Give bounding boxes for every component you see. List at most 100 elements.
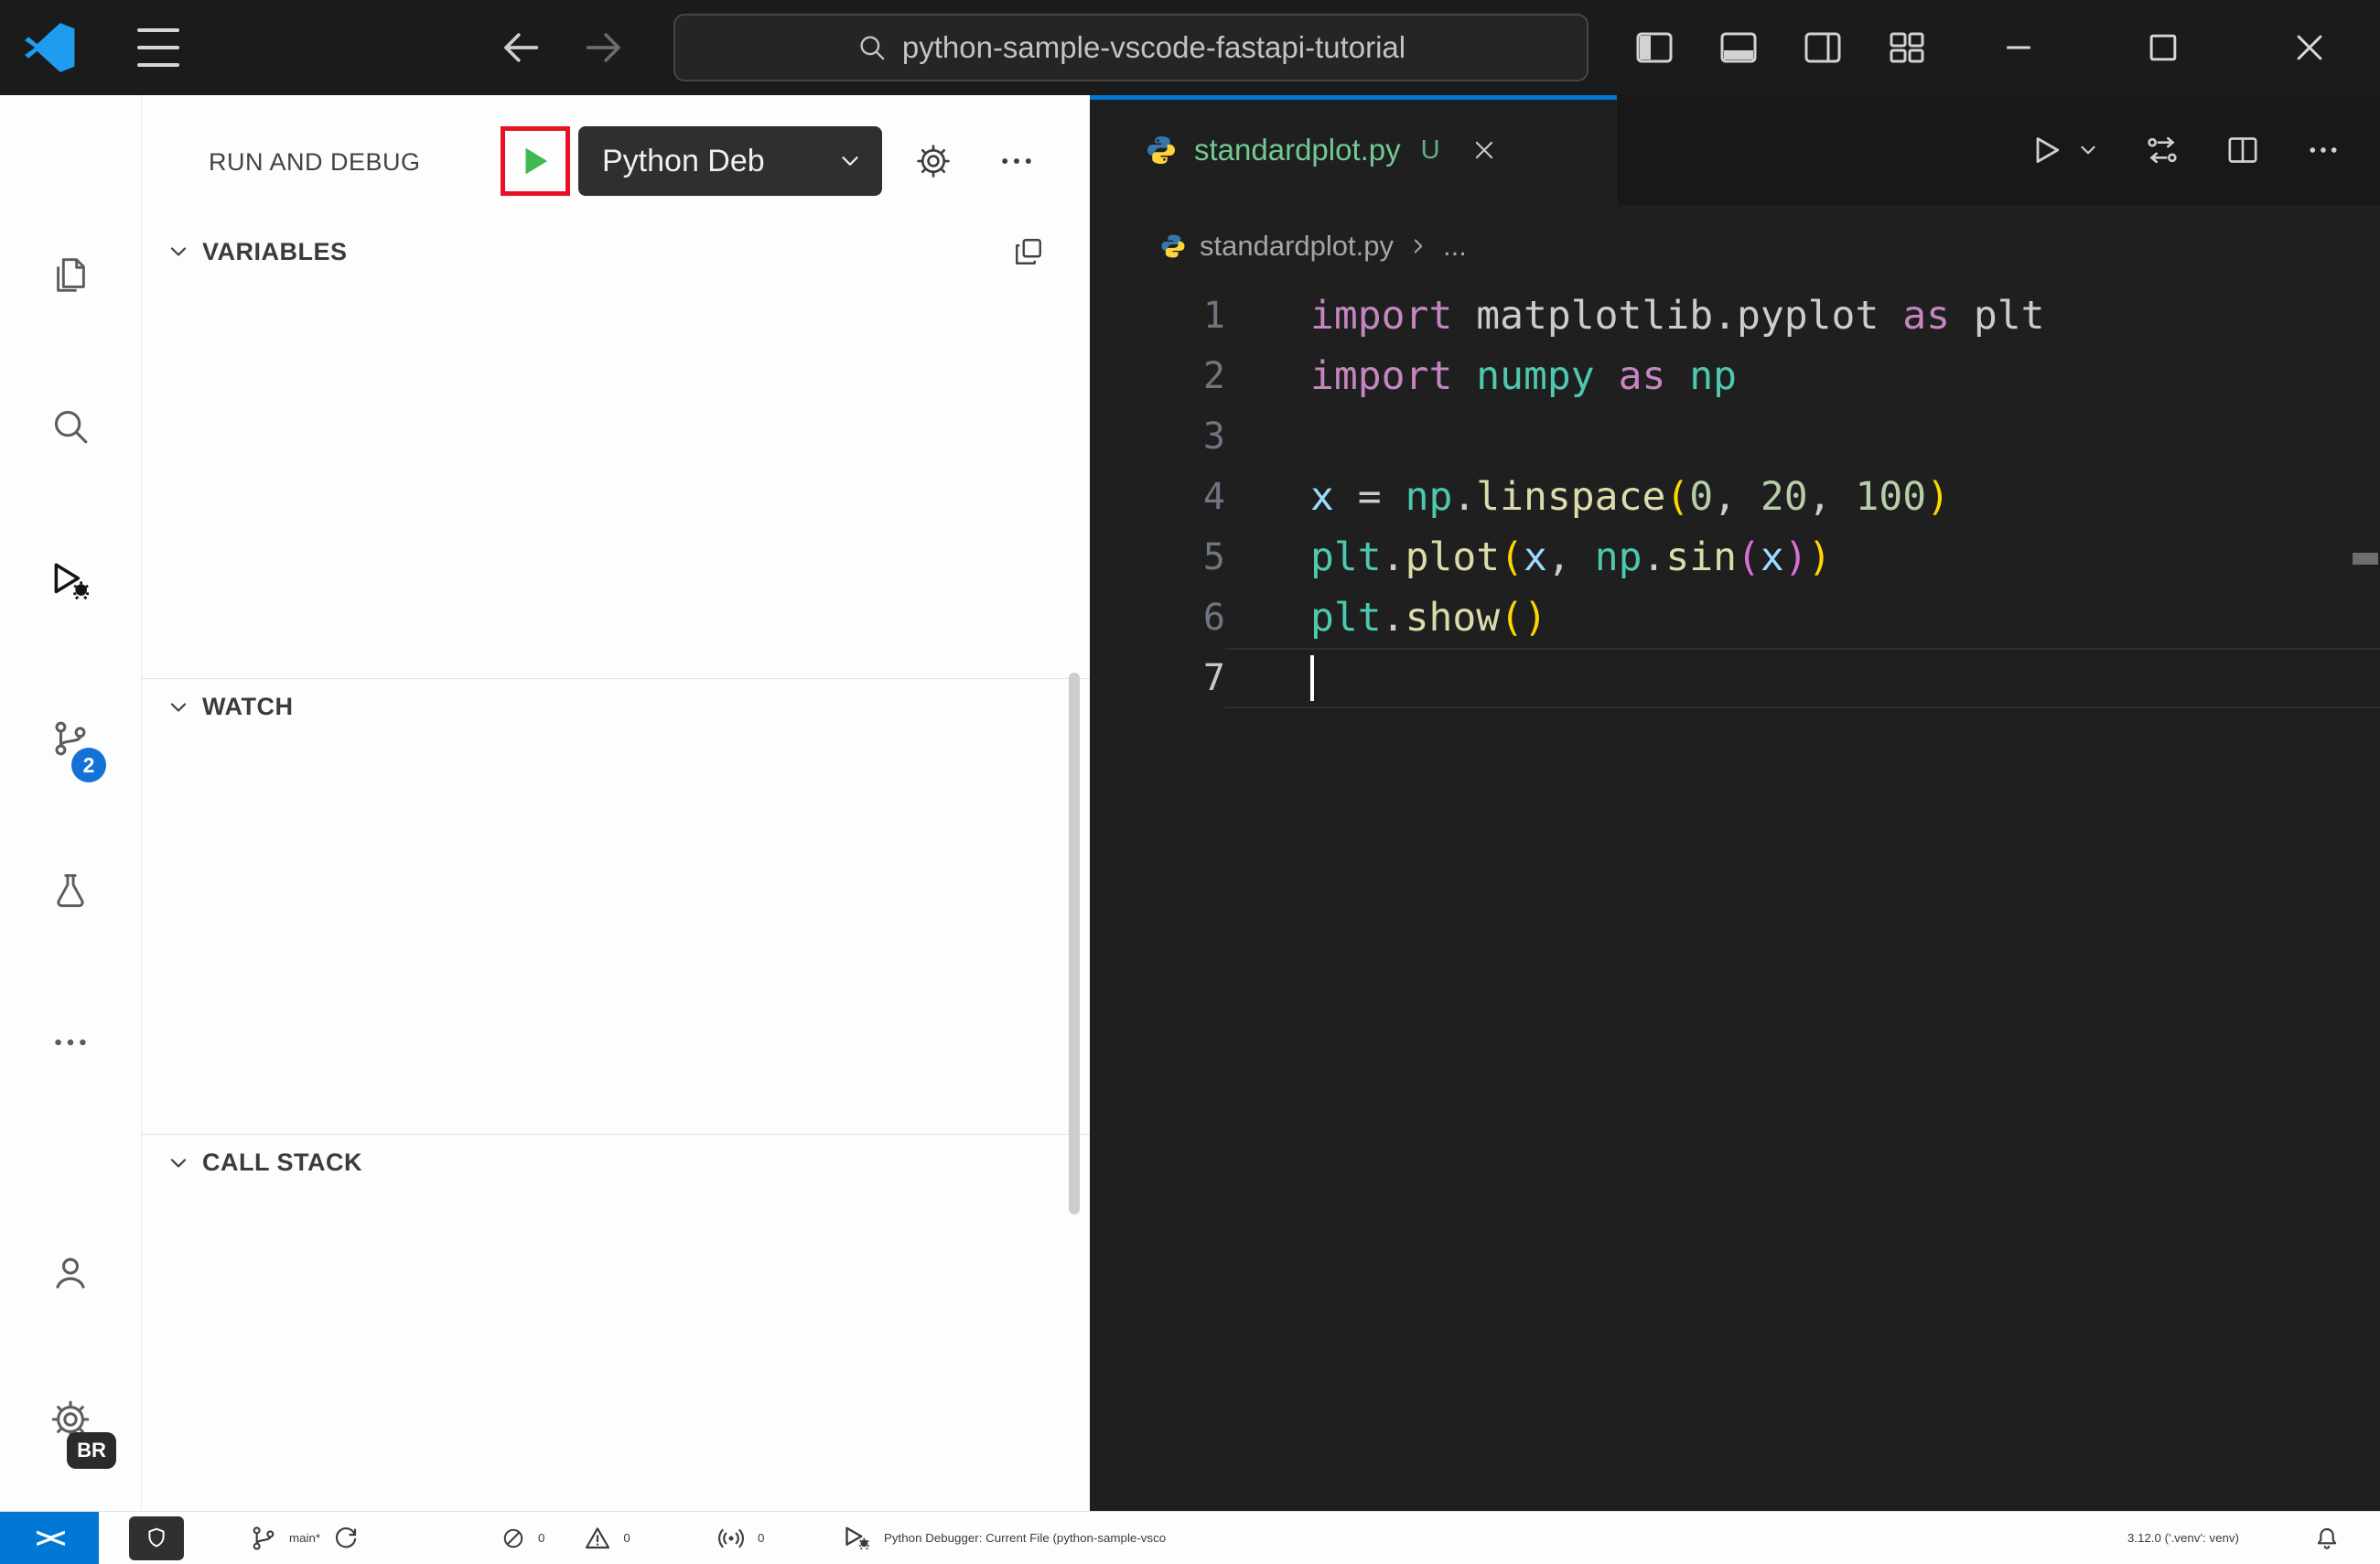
text-cursor	[1310, 654, 1314, 701]
git-branch-icon	[249, 1524, 278, 1553]
code-line-text[interactable]	[1225, 406, 2380, 467]
code-token: )	[1783, 534, 1808, 580]
code-line-text[interactable]: plt.plot(x, np.sin(x))	[1225, 527, 2380, 588]
problems-item[interactable]: 0 0	[500, 1512, 630, 1564]
chevron-right-icon	[1406, 234, 1430, 258]
code-line-text[interactable]	[1225, 648, 2380, 708]
python-debugger-item[interactable]: Python Debugger: Current File (python-sa…	[840, 1512, 1166, 1564]
remote-icon: ><	[35, 1521, 66, 1554]
watch-section-header[interactable]: WATCH	[142, 678, 1090, 735]
branch-name: main*	[289, 1531, 321, 1545]
python-version-item[interactable]: 3.12.0 ('.venv': venv)	[2127, 1512, 2239, 1564]
debugger-label: Python Debugger: Current File (python-sa…	[884, 1531, 1167, 1545]
code-line[interactable]: 5 plt.plot(x, np.sin(x))	[1090, 527, 2380, 588]
debug-config-label: Python Deb	[602, 143, 765, 178]
code-line[interactable]: 1 import matplotlib.pyplot as plt	[1090, 286, 2380, 346]
sync-icon	[331, 1524, 361, 1553]
run-and-debug-sidebar: RUN AND DEBUG Python Deb VARIABLES WATCH…	[142, 95, 1090, 1511]
code-line[interactable]: 2 import numpy as np	[1090, 346, 2380, 406]
code-token: import	[1310, 293, 1453, 339]
toggle-secondary-sidebar-icon[interactable]	[1801, 26, 1845, 70]
toggle-sidebar-icon[interactable]	[1632, 26, 1676, 70]
debug-settings-gear-icon[interactable]	[911, 139, 955, 183]
breadcrumb-more[interactable]: ...	[1443, 230, 1467, 263]
code-line[interactable]: 7	[1090, 648, 2380, 708]
views-more-icon[interactable]	[993, 139, 1040, 183]
ports-item[interactable]: 0	[716, 1512, 764, 1564]
breadcrumb-filename[interactable]: standardplot.py	[1200, 230, 1394, 263]
line-number[interactable]: 3	[1090, 406, 1225, 467]
tab-bar: standardplot.py U	[1090, 95, 2380, 205]
run-dropdown-chevron-icon[interactable]	[2076, 138, 2100, 162]
testing-icon[interactable]	[0, 845, 141, 936]
line-number[interactable]: 1	[1090, 286, 1225, 346]
split-editor-icon[interactable]	[2224, 132, 2261, 168]
overview-ruler-mark	[2353, 553, 2378, 565]
python-file-icon	[1145, 134, 1178, 167]
debug-config-dropdown[interactable]: Python Deb	[578, 126, 882, 196]
code-line[interactable]: 3	[1090, 406, 2380, 467]
code-token: linspace	[1476, 474, 1666, 520]
code-token: ,	[1546, 534, 1595, 580]
code-line-text[interactable]: x = np.linspace(0, 20, 100)	[1225, 467, 2380, 527]
profile-badge: BR	[67, 1432, 116, 1469]
toggle-panel-icon[interactable]	[1717, 26, 1761, 70]
open-changes-icon[interactable]	[2144, 132, 2181, 168]
code-token: 0	[1689, 474, 1714, 520]
sidebar-scrollbar[interactable]	[1069, 673, 1080, 1214]
code-token: 100	[1855, 474, 1927, 520]
code-line-text[interactable]: import matplotlib.pyplot as plt	[1225, 286, 2380, 346]
start-debug-button[interactable]	[516, 142, 555, 180]
line-number[interactable]: 6	[1090, 588, 1225, 648]
code-line-text[interactable]: import numpy as np	[1225, 346, 2380, 406]
warning-count: 0	[623, 1531, 630, 1545]
code-token: .	[1452, 474, 1477, 520]
variables-section-header[interactable]: VARIABLES	[142, 223, 1090, 280]
code-token: import	[1310, 353, 1453, 399]
run-python-file-icon[interactable]	[2029, 132, 2065, 168]
close-icon[interactable]	[2286, 24, 2333, 71]
more-views-icon[interactable]	[0, 997, 141, 1088]
line-number[interactable]: 7	[1090, 648, 1225, 708]
workspace-trust-badge[interactable]	[129, 1516, 184, 1560]
python-version: 3.12.0 ('.venv': venv)	[2127, 1531, 2239, 1545]
notifications-bell-icon[interactable]	[2307, 1512, 2347, 1564]
code-token: x	[1524, 534, 1547, 580]
call-stack-section-header[interactable]: CALL STACK	[142, 1134, 1090, 1191]
line-number[interactable]: 2	[1090, 346, 1225, 406]
search-sidebar-icon[interactable]	[0, 381, 141, 472]
explorer-icon[interactable]	[0, 229, 141, 320]
remote-indicator[interactable]: ><	[0, 1512, 99, 1564]
line-number[interactable]: 4	[1090, 467, 1225, 527]
maximize-icon[interactable]	[2139, 24, 2187, 71]
accounts-icon[interactable]	[0, 1226, 141, 1318]
code-token: 20	[1760, 474, 1808, 520]
code-line-text[interactable]: plt.show()	[1225, 588, 2380, 648]
code-line[interactable]: 6 plt.show()	[1090, 588, 2380, 648]
vscode-logo	[24, 22, 75, 73]
git-branch-item[interactable]: main*	[249, 1512, 361, 1564]
code-token: numpy	[1476, 353, 1595, 399]
back-arrow-icon[interactable]	[497, 24, 544, 71]
source-control-icon[interactable]: 2	[0, 693, 141, 784]
views-and-more-icon[interactable]	[1011, 234, 1046, 269]
code-line[interactable]: 4x = np.linspace(0, 20, 100)	[1090, 467, 2380, 527]
untracked-badge: U	[1420, 135, 1440, 165]
code-token: np	[1594, 534, 1642, 580]
menu-icon[interactable]	[137, 28, 183, 67]
code-token: plt	[1310, 595, 1382, 641]
settings-gear-icon[interactable]: BR	[0, 1374, 141, 1469]
run-and-debug-icon[interactable]	[0, 535, 141, 627]
code-token: x	[1310, 474, 1334, 520]
tab-close-icon[interactable]	[1466, 132, 1502, 168]
code-token: matplotlib.pyplot	[1452, 293, 1903, 339]
chevron-down-icon	[166, 1150, 191, 1176]
tab-standardplot[interactable]: standardplot.py U	[1090, 95, 1617, 205]
minimize-icon[interactable]	[1995, 24, 2042, 71]
code-token: .	[1642, 534, 1666, 580]
search-command-center[interactable]: python-sample-vscode-fastapi-tutorial	[673, 14, 1588, 81]
line-number[interactable]: 5	[1090, 527, 1225, 588]
editor-more-actions-icon[interactable]	[2305, 132, 2342, 168]
forward-arrow-icon[interactable]	[580, 24, 628, 71]
customize-layout-icon[interactable]	[1885, 26, 1929, 70]
